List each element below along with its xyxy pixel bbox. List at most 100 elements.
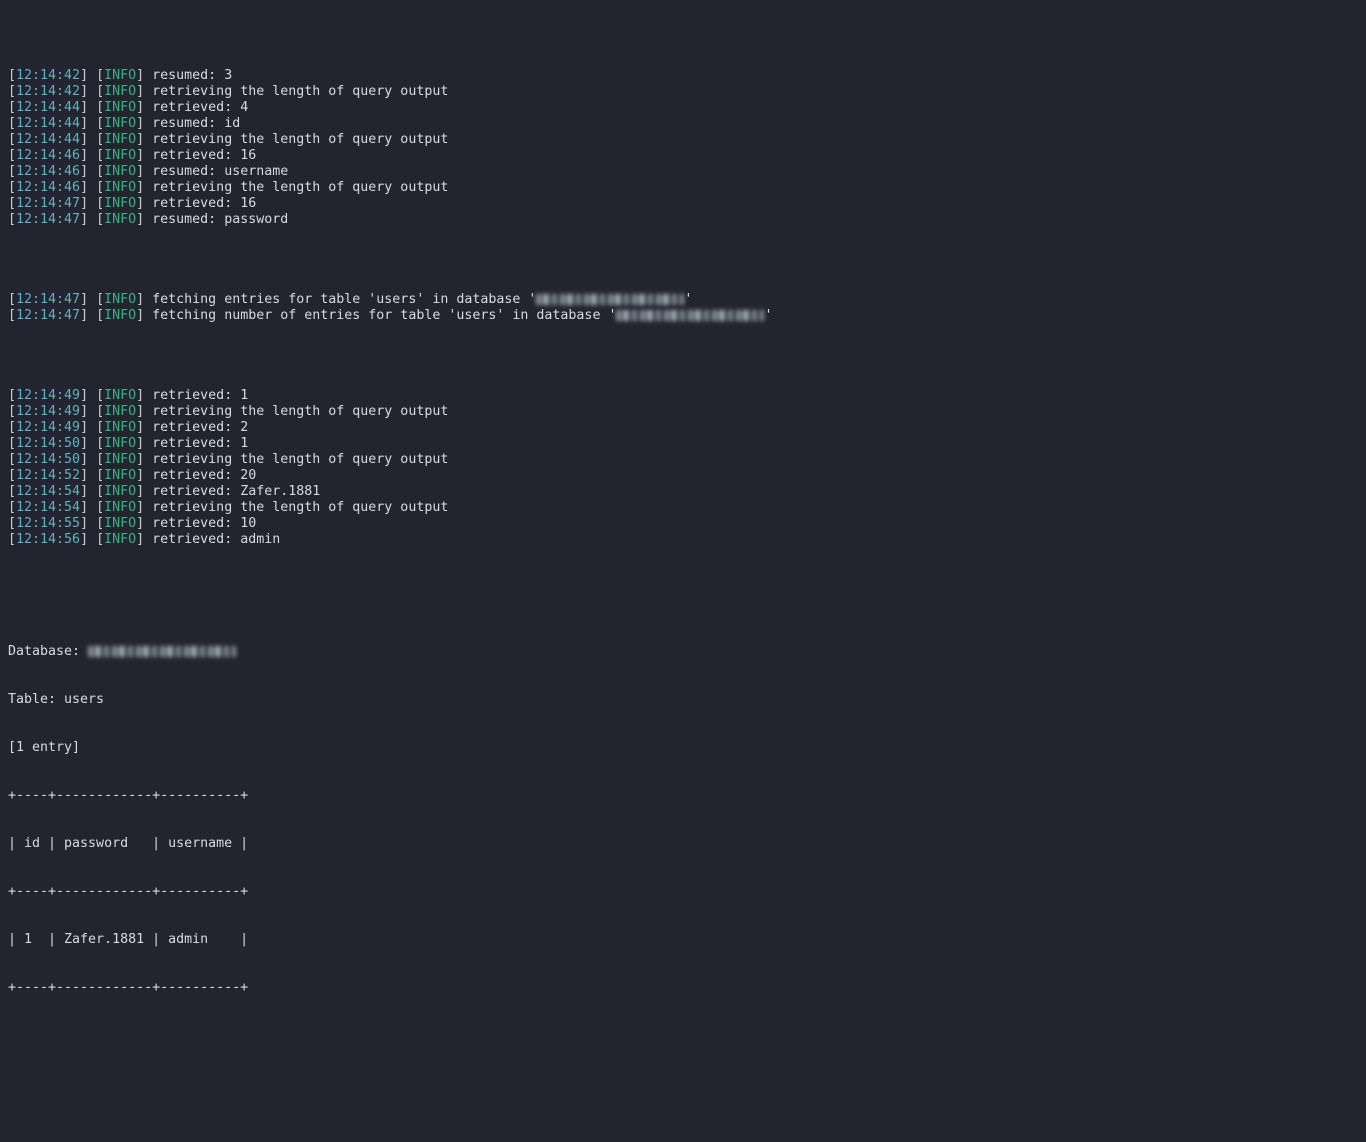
log-line-fetch: [12:14:47] [INFO] fetching entries for t…: [8, 292, 1366, 308]
bracket-open: [: [8, 132, 17, 147]
bracket-sep: ] [: [80, 84, 105, 99]
table-border-top: +----+------------+----------+: [8, 788, 249, 803]
bracket-open: [: [8, 404, 17, 419]
bracket-close: ]: [136, 180, 153, 195]
table-header-row: | id | password | username |: [8, 836, 249, 851]
bracket-sep: ] [: [80, 452, 105, 467]
bracket-sep: ] [: [80, 196, 105, 211]
bracket-close: ]: [136, 292, 153, 307]
log-message-tail: ': [764, 308, 773, 323]
log-message: retrieved: 2: [152, 420, 249, 435]
log-line: [12:14:49] [INFO] retrieving the length …: [8, 404, 1366, 420]
log-line: [12:14:54] [INFO] retrieving the length …: [8, 500, 1366, 516]
log-level: INFO: [104, 148, 137, 163]
log-timestamp: 12:14:46: [16, 180, 81, 195]
bracket-open: [: [8, 484, 17, 499]
bracket-open: [: [8, 164, 17, 179]
log-timestamp: 12:14:47: [16, 212, 81, 227]
bracket-close: ]: [136, 532, 153, 547]
log-timestamp: 12:14:47: [16, 308, 81, 323]
log-line: [12:14:50] [INFO] retrieved: 1: [8, 436, 1366, 452]
log-message-tail: ': [684, 292, 693, 307]
log-message: retrieved: 1: [152, 436, 249, 451]
log-line: [12:14:50] [INFO] retrieving the length …: [8, 452, 1366, 468]
bracket-open: [: [8, 388, 17, 403]
log-level: INFO: [104, 196, 137, 211]
log-block-middle: [12:14:49] [INFO] retrieved: 1 [12:14:49]…: [8, 388, 1366, 548]
bracket-sep: ] [: [80, 468, 105, 483]
bracket-sep: ] [: [80, 292, 105, 307]
log-line: [12:14:44] [INFO] retrieving the length …: [8, 132, 1366, 148]
bracket-sep: ] [: [80, 68, 105, 83]
log-message: retrieving the length of query output: [152, 132, 449, 147]
log-line: [12:14:46] [INFO] retrieved: 16: [8, 148, 1366, 164]
log-timestamp: 12:14:49: [16, 404, 81, 419]
log-message: retrieving the length of query output: [152, 404, 449, 419]
bracket-sep: ] [: [80, 516, 105, 531]
log-line: [12:14:52] [INFO] retrieved: 20: [8, 468, 1366, 484]
redacted-database-name: [88, 646, 237, 657]
log-level: INFO: [104, 452, 137, 467]
log-level: INFO: [104, 68, 137, 83]
log-message: retrieved: Zafer.1881: [152, 484, 321, 499]
log-message: resumed: username: [152, 164, 289, 179]
bracket-open: [: [8, 212, 17, 227]
log-level: INFO: [104, 84, 137, 99]
bracket-close: ]: [136, 468, 153, 483]
log-timestamp: 12:14:49: [16, 420, 81, 435]
log-message: retrieved: 20: [152, 468, 257, 483]
bracket-close: ]: [136, 196, 153, 211]
bracket-close: ]: [136, 148, 153, 163]
log-message: fetching entries for table 'users' in da…: [152, 292, 537, 307]
log-line: [12:14:49] [INFO] retrieved: 2: [8, 420, 1366, 436]
bracket-close: ]: [136, 500, 153, 515]
log-line: [12:14:56] [INFO] retrieved: admin: [8, 532, 1366, 548]
log-line: [12:14:54] [INFO] retrieved: Zafer.1881: [8, 484, 1366, 500]
log-timestamp: 12:14:42: [16, 68, 81, 83]
bracket-sep: ] [: [80, 532, 105, 547]
bracket-close: ]: [136, 404, 153, 419]
bracket-open: [: [8, 292, 17, 307]
log-line: [12:14:44] [INFO] retrieved: 4: [8, 100, 1366, 116]
bracket-sep: ] [: [80, 212, 105, 227]
log-line-fetch: [12:14:47] [INFO] fetching number of ent…: [8, 308, 1366, 324]
log-line: [12:14:47] [INFO] resumed: password: [8, 212, 1366, 228]
redacted-database-name: [536, 294, 685, 305]
log-line: [12:14:49] [INFO] retrieved: 1: [8, 388, 1366, 404]
log-timestamp: 12:14:44: [16, 132, 81, 147]
log-level: INFO: [104, 116, 137, 131]
bracket-sep: ] [: [80, 484, 105, 499]
log-message: retrieved: 16: [152, 148, 257, 163]
log-level: INFO: [104, 468, 137, 483]
log-message: resumed: password: [152, 212, 289, 227]
table-border-bottom: +----+------------+----------+: [8, 980, 249, 995]
log-level: INFO: [104, 164, 137, 179]
log-line: [12:14:42] [INFO] resumed: 3: [8, 68, 1366, 84]
log-level: INFO: [104, 180, 137, 195]
dump-database-label: Database:: [8, 644, 81, 659]
log-message: retrieved: 4: [152, 100, 249, 115]
log-level: INFO: [104, 420, 137, 435]
log-timestamp: 12:14:52: [16, 468, 81, 483]
terminal-output[interactable]: [12:14:42] [INFO] resumed: 3 [12:14:42] […: [0, 0, 1366, 995]
log-line: [12:14:47] [INFO] retrieved: 16: [8, 196, 1366, 212]
log-timestamp: 12:14:42: [16, 84, 81, 99]
bracket-close: ]: [136, 164, 153, 179]
log-level: INFO: [104, 484, 137, 499]
bracket-close: ]: [136, 84, 153, 99]
dump-block: Database: Table: users [1 entry] +----+-…: [8, 612, 1366, 1028]
bracket-open: [: [8, 100, 17, 115]
bracket-open: [: [8, 68, 17, 83]
log-message: retrieving the length of query output: [152, 452, 449, 467]
log-timestamp: 12:14:56: [16, 532, 81, 547]
log-message: retrieving the length of query output: [152, 500, 449, 515]
table-border-mid: +----+------------+----------+: [8, 884, 249, 899]
bracket-close: ]: [136, 116, 153, 131]
bracket-open: [: [8, 308, 17, 323]
log-timestamp: 12:14:50: [16, 452, 81, 467]
bracket-close: ]: [136, 516, 153, 531]
bracket-close: ]: [136, 436, 153, 451]
bracket-close: ]: [136, 132, 153, 147]
bracket-sep: ] [: [80, 436, 105, 451]
